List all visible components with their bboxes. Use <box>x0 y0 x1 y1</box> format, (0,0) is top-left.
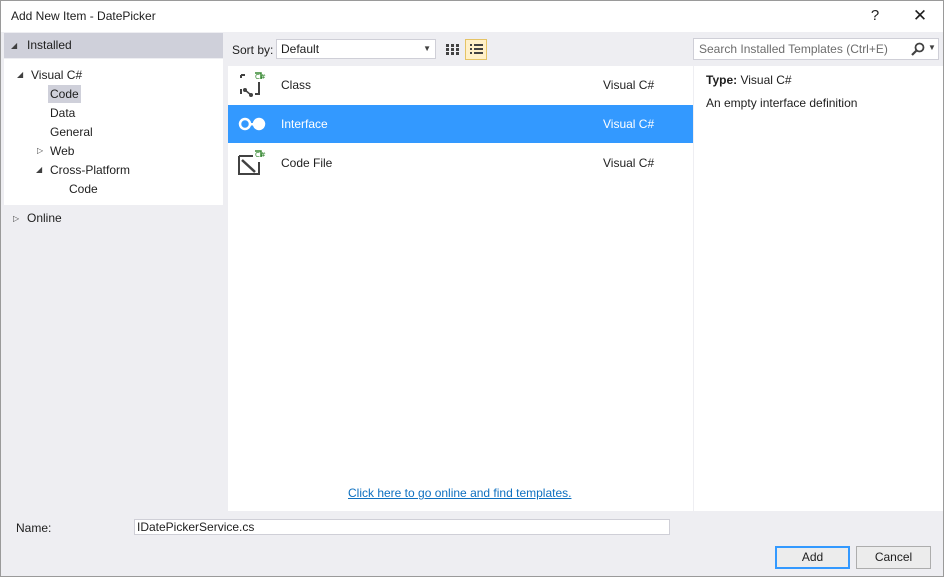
svg-text:C#: C# <box>255 73 266 81</box>
search-templates-box[interactable]: ▼ <box>693 38 939 60</box>
add-button[interactable]: Add <box>775 546 850 569</box>
search-icon[interactable] <box>910 41 926 57</box>
tree-item-visual-csharp[interactable]: Visual C# <box>29 66 84 84</box>
help-button[interactable]: ? <box>862 5 888 27</box>
template-type-line: Type: Visual C# <box>706 73 792 87</box>
dropdown-arrow-icon: ▼ <box>423 44 431 53</box>
close-button[interactable]: ✕ <box>907 5 933 27</box>
tree-item-general[interactable]: General <box>48 123 95 141</box>
sort-by-label: Sort by: <box>232 43 274 57</box>
tree-item-cross-platform-code[interactable]: Code <box>67 180 100 198</box>
list-view-icon <box>470 44 483 54</box>
small-icons-view-icon <box>446 44 459 55</box>
tree-item-data[interactable]: Data <box>48 104 77 122</box>
collapsed-triangle-icon[interactable]: ▷ <box>13 206 19 231</box>
window-title: Add New Item - DatePicker <box>11 9 156 23</box>
template-name: Interface <box>281 117 328 131</box>
tree-section-online[interactable]: ▷ Online <box>4 206 223 231</box>
template-description: An empty interface definition <box>706 96 858 110</box>
type-value: Visual C# <box>740 73 792 87</box>
title-bar: Add New Item - DatePicker ? ✕ <box>1 1 943 32</box>
template-language: Visual C# <box>603 117 655 131</box>
expanded-triangle-icon[interactable]: ◢ <box>36 165 42 174</box>
search-input[interactable] <box>697 40 905 58</box>
tree-item-cross-platform[interactable]: Cross-Platform <box>48 161 132 179</box>
template-toolbar: Sort by: Default ▼ <box>227 35 692 63</box>
tree-section-label: Online <box>27 211 62 225</box>
template-row-interface[interactable]: Interface Visual C# <box>228 105 693 143</box>
add-new-item-dialog: Add New Item - DatePicker ? ✕ ◢ Installe… <box>0 0 944 577</box>
tree-section-label: Installed <box>27 38 72 52</box>
template-name: Code File <box>281 156 333 170</box>
code-file-template-icon: C# <box>238 150 266 175</box>
class-template-icon: C# <box>240 72 266 97</box>
installed-tree: ◢ Visual C# Code Data General ▷ Web ◢ Cr… <box>4 59 223 205</box>
template-row-code-file[interactable]: C# Code File Visual C# <box>228 144 693 182</box>
template-category-pane: ◢ Installed ◢ Visual C# Code Data Genera… <box>4 32 223 511</box>
template-language: Visual C# <box>603 156 655 170</box>
template-row-class[interactable]: C# Class Visual C# <box>228 66 693 104</box>
collapsed-triangle-icon[interactable]: ▷ <box>37 146 43 155</box>
cancel-button[interactable]: Cancel <box>856 546 931 569</box>
expanded-triangle-icon[interactable]: ◢ <box>17 70 23 79</box>
name-label: Name: <box>16 521 52 535</box>
find-templates-online-link[interactable]: Click here to go online and find templat… <box>348 486 571 500</box>
name-input[interactable] <box>134 519 670 535</box>
type-label: Type: <box>706 73 738 87</box>
small-icons-view-button[interactable] <box>441 39 463 60</box>
template-list: C# Class Visual C# Interface Visual C# C… <box>228 66 693 511</box>
search-options-arrow-icon[interactable]: ▼ <box>928 43 936 52</box>
tree-item-code[interactable]: Code <box>48 85 81 103</box>
list-view-button[interactable] <box>465 39 487 60</box>
template-language: Visual C# <box>603 78 655 92</box>
sort-by-value: Default <box>281 42 320 56</box>
sort-by-select[interactable]: Default ▼ <box>276 39 436 59</box>
svg-text:C#: C# <box>255 151 266 159</box>
tree-item-web[interactable]: Web <box>48 142 76 160</box>
tree-section-installed[interactable]: ◢ Installed <box>4 33 223 58</box>
template-details-pane: Type: Visual C# An empty interface defin… <box>694 66 943 511</box>
expanded-triangle-icon[interactable]: ◢ <box>11 33 17 58</box>
interface-template-icon <box>238 117 266 131</box>
template-name: Class <box>281 78 312 92</box>
